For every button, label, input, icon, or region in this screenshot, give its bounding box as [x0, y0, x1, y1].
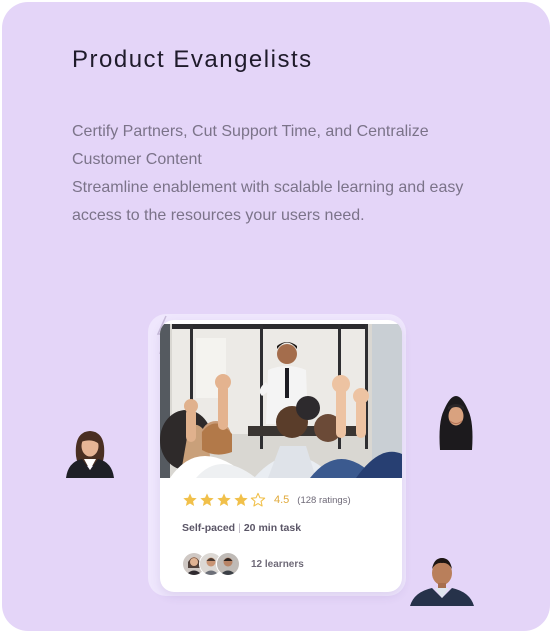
rating-stars	[182, 492, 266, 508]
avatar	[216, 552, 240, 576]
section-title: Product Evangelists	[72, 46, 313, 73]
avatar	[439, 396, 473, 450]
course-card[interactable]: 4.5 (128 ratings) Self-paced | 20 min task…	[160, 320, 402, 592]
star-filled-icon	[200, 493, 214, 506]
learner-avatars	[182, 552, 240, 576]
star-empty-icon	[250, 492, 266, 507]
course-meta: Self-paced | 20 min task	[182, 522, 301, 534]
learners-count: 12 learners	[251, 558, 304, 570]
description-line-2: Streamline enablement with scalable lear…	[72, 179, 464, 224]
pace-label: Self-paced	[182, 522, 236, 534]
avatar	[410, 558, 474, 606]
star-filled-icon	[234, 493, 248, 506]
section-description: Certify Partners, Cut Support Time, and …	[72, 118, 492, 230]
meta-separator: |	[238, 522, 241, 534]
description-line-1: Certify Partners, Cut Support Time, and …	[72, 123, 429, 168]
rating-row: 4.5 (128 ratings)	[182, 492, 351, 508]
rating-count: (128 ratings)	[297, 494, 351, 506]
product-evangelists-panel: Product Evangelists Certify Partners, Cu…	[2, 2, 550, 631]
star-filled-icon	[217, 493, 231, 506]
classroom-photo	[160, 324, 402, 478]
star-filled-icon	[183, 493, 197, 506]
learners-row: 12 learners	[182, 552, 304, 576]
duration-label: 20 min task	[243, 522, 302, 534]
rating-value: 4.5	[274, 494, 290, 506]
avatar	[66, 431, 114, 478]
